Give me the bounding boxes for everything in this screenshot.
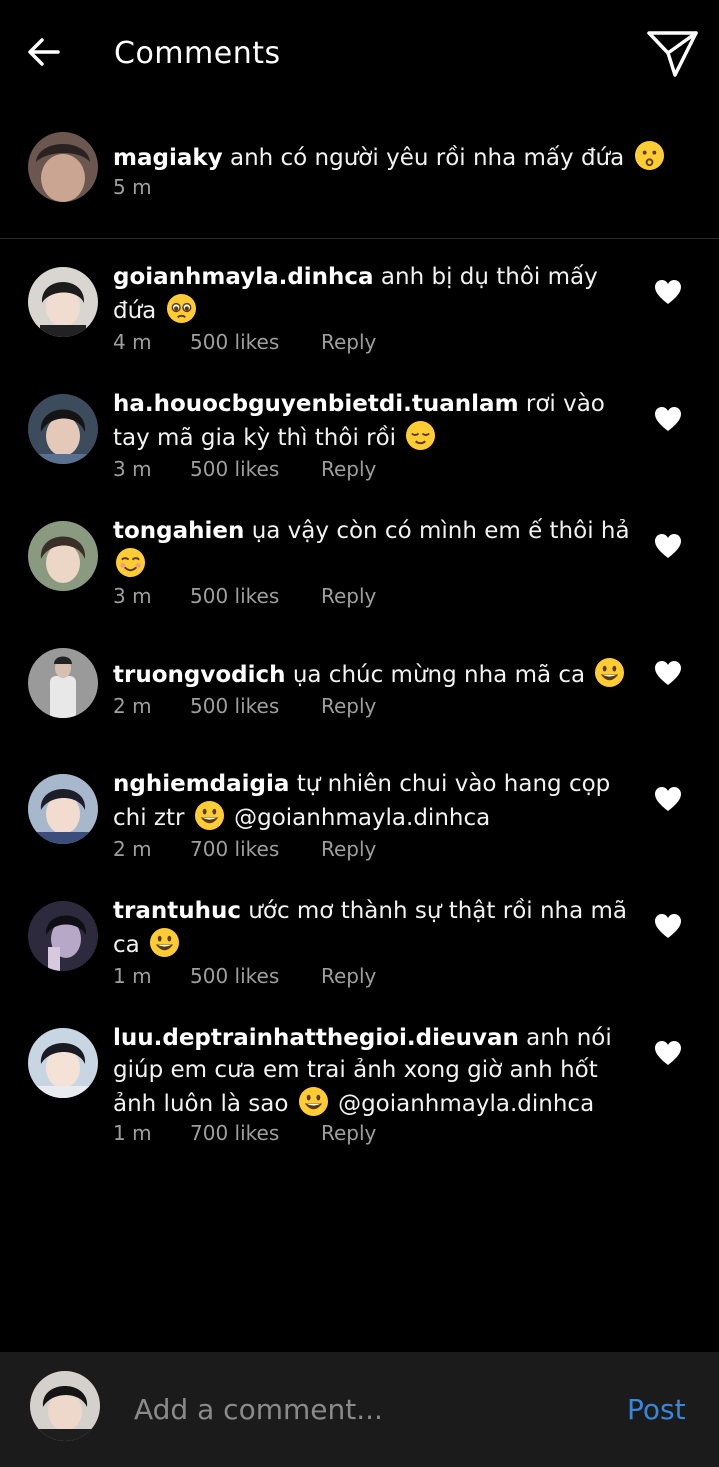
timestamp: 3 m (113, 457, 152, 481)
comment-text: tongahien ụa vậy còn có mình em ế thôi h… (113, 515, 633, 581)
comment-username[interactable]: tongahien (113, 518, 244, 544)
like-count[interactable]: 500 likes (190, 328, 279, 356)
comment-item: ha.houocbguyenbietdi.tuanlam rơi vào tay… (0, 367, 719, 492)
comment-username[interactable]: trantuhuc (113, 898, 241, 924)
like-count[interactable]: 700 likes (190, 1119, 279, 1147)
avatar[interactable] (28, 774, 98, 844)
mention-link[interactable]: @goianhmayla.dinhca (338, 1091, 594, 1117)
caption-body: anh có người yêu rồi nha mấy đứa (229, 145, 625, 171)
timestamp: 3 m (113, 584, 152, 608)
timestamp: 5 m (113, 175, 152, 199)
post-caption: magiaky anh có người yêu rồi nha mấy đứa… (0, 106, 719, 239)
heart-icon[interactable] (654, 279, 682, 305)
comment-text: ha.houocbguyenbietdi.tuanlam rơi vào tay… (113, 388, 633, 454)
comment-item: trantuhuc ước mơ thành sự thật rồi nha m… (0, 874, 719, 999)
comment-item: nghiemdaigia tự nhiên chui vào hang cọp … (0, 747, 719, 872)
avatar[interactable] (28, 132, 98, 202)
comment-username[interactable]: truongvodich (113, 662, 286, 688)
comment-username[interactable]: goianhmayla.dinhca (113, 264, 374, 290)
comment-composer: Add a comment... Post (0, 1352, 719, 1467)
heart-icon[interactable] (654, 533, 682, 559)
comment-text: truongvodich ụa chúc mừng nha mã ca (113, 657, 633, 691)
reply-button[interactable]: Reply (321, 835, 376, 863)
reply-button[interactable]: Reply (321, 1119, 376, 1147)
heart-icon[interactable] (654, 406, 682, 432)
avatar[interactable] (28, 901, 98, 971)
comment-body: ụa chúc mừng nha mã ca (292, 662, 586, 688)
pleading-face-icon (166, 293, 196, 324)
caption-text: magiaky anh có người yêu rồi nha mấy đứa (113, 140, 673, 174)
heart-icon[interactable] (654, 913, 682, 939)
reply-button[interactable]: Reply (321, 962, 376, 990)
comment-item: tongahien ụa vậy còn có mình em ế thôi h… (0, 494, 719, 619)
kissing-face-icon (634, 140, 664, 171)
reply-button[interactable]: Reply (321, 455, 376, 483)
current-user-avatar[interactable] (30, 1371, 100, 1441)
comment-username[interactable]: nghiemdaigia (113, 771, 289, 797)
grinning-face-icon (194, 800, 224, 831)
heart-icon[interactable] (654, 1040, 682, 1066)
grinning-face-icon (298, 1086, 328, 1117)
avatar[interactable] (28, 648, 98, 718)
comment-text: luu.deptrainhatthegioi.dieuvan anh nói g… (113, 1022, 633, 1120)
mention-link[interactable]: @goianhmayla.dinhca (234, 805, 490, 831)
app-header: Comments (0, 0, 719, 106)
comment-text: trantuhuc ước mơ thành sự thật rồi nha m… (113, 895, 633, 961)
timestamp: 2 m (113, 694, 152, 718)
comment-item: goianhmayla.dinhca anh bị dụ thôi mấy đứ… (0, 240, 719, 365)
reply-button[interactable]: Reply (321, 582, 376, 610)
reply-button[interactable]: Reply (321, 692, 376, 720)
comment-item: luu.deptrainhatthegioi.dieuvan anh nói g… (0, 1001, 719, 1157)
smiling-face-icon (115, 547, 146, 578)
timestamp: 1 m (113, 964, 152, 988)
like-count[interactable]: 700 likes (190, 835, 279, 863)
heart-icon[interactable] (654, 786, 682, 812)
like-count[interactable]: 500 likes (190, 455, 279, 483)
comment-text: goianhmayla.dinhca anh bị dụ thôi mấy đứ… (113, 261, 633, 327)
avatar[interactable] (28, 1028, 98, 1098)
like-count[interactable]: 500 likes (190, 962, 279, 990)
timestamp: 4 m (113, 330, 152, 354)
like-count[interactable]: 500 likes (190, 582, 279, 610)
caption-username[interactable]: magiaky (113, 145, 223, 171)
post-button[interactable]: Post (627, 1387, 686, 1433)
heart-icon[interactable] (654, 660, 682, 686)
grinning-face-icon (150, 927, 180, 958)
relieved-face-icon (406, 420, 436, 451)
comment-body: ụa vậy còn có mình em ế thôi hả (251, 518, 630, 544)
send-icon[interactable] (644, 26, 700, 82)
comment-username[interactable]: ha.houocbguyenbietdi.tuanlam (113, 391, 519, 417)
timestamp: 2 m (113, 837, 152, 861)
avatar[interactable] (28, 521, 98, 591)
back-arrow-icon[interactable] (22, 30, 66, 74)
reply-button[interactable]: Reply (321, 328, 376, 356)
comment-item: truongvodich ụa chúc mừng nha mã ca 2 m … (0, 621, 719, 718)
timestamp: 1 m (113, 1121, 152, 1145)
avatar[interactable] (28, 394, 98, 464)
page-title: Comments (114, 36, 281, 71)
comment-input[interactable]: Add a comment... (134, 1387, 594, 1433)
comment-username[interactable]: luu.deptrainhatthegioi.dieuvan (113, 1025, 519, 1051)
comment-text: nghiemdaigia tự nhiên chui vào hang cọp … (113, 768, 633, 834)
grinning-face-icon (595, 657, 625, 688)
avatar[interactable] (28, 267, 98, 337)
like-count[interactable]: 500 likes (190, 692, 279, 720)
